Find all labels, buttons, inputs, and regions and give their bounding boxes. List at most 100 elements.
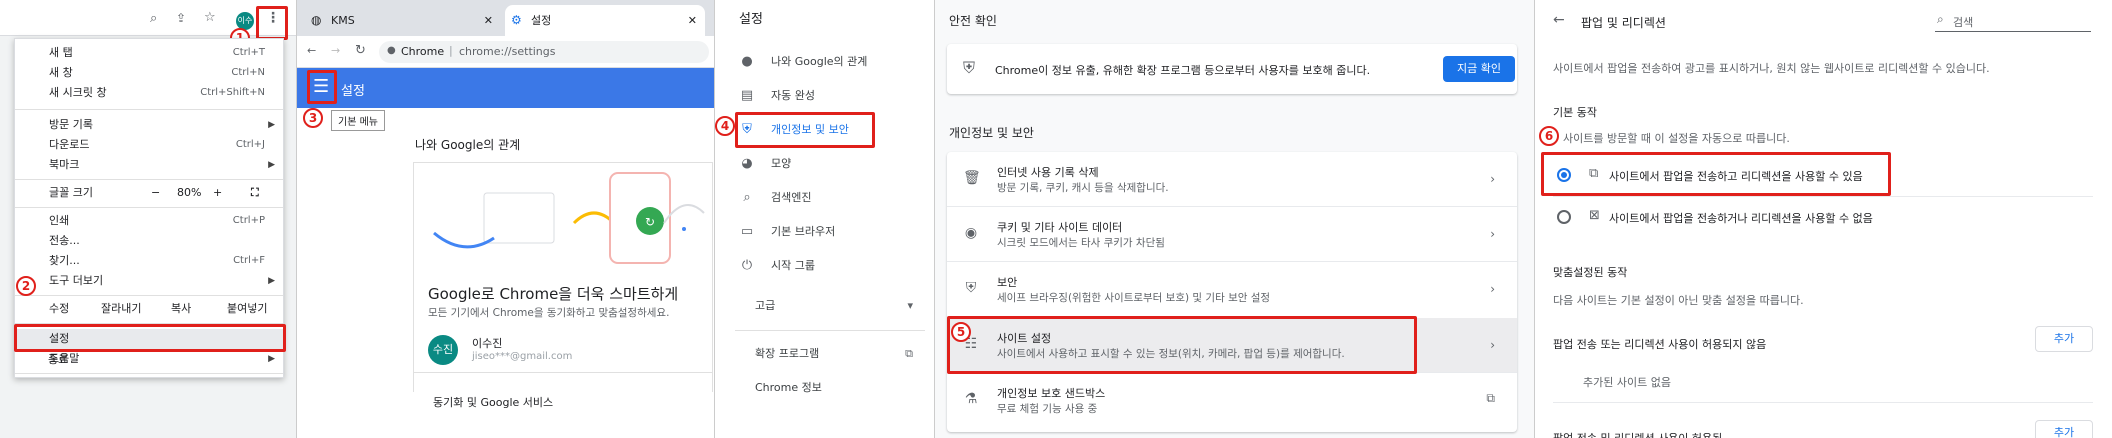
menu-item-more-tools[interactable]: 도구 더보기 ▶ xyxy=(15,271,283,291)
svg-text:↻: ↻ xyxy=(645,215,655,229)
menu-item-new-window[interactable]: 새 창 Ctrl+N xyxy=(15,63,283,83)
user-avatar: 수진 xyxy=(428,335,458,365)
default-behavior-sub: 사이트를 방문할 때 이 설정을 자동으로 따릅니다. xyxy=(1563,132,1790,145)
allowed-label: 팝업 전송 및 리디렉션 사용이 허용됨 xyxy=(1553,430,1722,438)
popups-description: 사이트에서 팝업을 전송하여 광고를 표시하거나, 원치 않는 웹사이트로 리디… xyxy=(1553,62,1990,75)
search-icon: ⌕ xyxy=(743,190,751,205)
tab-settings[interactable]: ⚙ 설정 ✕ xyxy=(505,5,705,36)
sidebar-item-default-browser[interactable]: ▭ 기본 브라우저 xyxy=(733,220,933,244)
not-allowed-label: 팝업 전송 또는 리디렉션 사용이 허용되지 않음 xyxy=(1553,338,1767,351)
cookie-icon: ◉ xyxy=(964,225,978,241)
menu-item-downloads[interactable]: 다운로드 Ctrl+J xyxy=(15,135,283,155)
zoom-icon[interactable]: ⌕ xyxy=(150,11,157,26)
settings-tab-panel: ◍ KMS ✕ ⚙ 설정 ✕ ← → ↻ ● Chrome | chrome:/… xyxy=(296,0,714,438)
step-badge-6: 6 xyxy=(1539,126,1559,146)
menu-item-history[interactable]: 방문 기록 ▶ xyxy=(15,115,283,135)
close-icon[interactable]: ✕ xyxy=(688,5,697,36)
highlight-privacy xyxy=(735,112,875,148)
privacy-security-panel: 안전 확인 ⛨ Chrome이 정보 유출, 유해한 확장 프로그램 등으로부터… xyxy=(934,0,1534,438)
sidebar-item-autofill[interactable]: ▤ 자동 완성 xyxy=(733,84,933,108)
row-clear-browsing-data[interactable]: 🗑 인터넷 사용 기록 삭제 방문 기록, 쿠키, 캐시 등을 삭제합니다. › xyxy=(947,152,1517,206)
back-icon[interactable]: ← xyxy=(307,44,316,57)
sidebar-item-appearance[interactable]: ◕ 모양 xyxy=(733,152,933,176)
sidebar-item-on-startup[interactable]: ⏻ 시작 그룹 xyxy=(733,254,933,278)
sidebar-title: 설정 xyxy=(739,12,763,27)
row-cookies[interactable]: ◉ 쿠키 및 기타 사이트 데이터 시크릿 모드에서는 타사 쿠키가 차단됨 › xyxy=(947,207,1517,261)
custom-behavior-heading: 맞춤설정된 동작 xyxy=(1553,266,1628,279)
fullscreen-icon[interactable]: ⛶ xyxy=(251,183,259,203)
search-placeholder: 검색 xyxy=(1953,16,1974,29)
browser-icon: ▭ xyxy=(740,224,754,239)
divider xyxy=(1553,402,2093,403)
popups-title: 팝업 및 리디렉션 xyxy=(1581,16,1666,30)
chevron-down-icon: ▾ xyxy=(907,299,913,312)
menu-item-cast[interactable]: 전송... xyxy=(15,231,283,251)
sync-services-link[interactable]: 동기화 및 Google 서비스 xyxy=(433,394,553,410)
user-name: 이수진 xyxy=(472,337,503,350)
settings-header: ☰ 설정 xyxy=(297,68,714,108)
person-icon: ● xyxy=(741,54,753,69)
check-now-button[interactable]: 지금 확인 xyxy=(1443,56,1515,82)
step-badge-3: 3 xyxy=(303,108,323,128)
sidebar-advanced[interactable]: 고급 ▾ xyxy=(733,294,933,318)
option-block-label: 사이트에서 팝업을 전송하거나 리디렉션을 사용할 수 없음 xyxy=(1609,212,1873,225)
search-field[interactable]: ⌕ 검색 xyxy=(1935,10,2091,32)
chevron-right-icon: › xyxy=(1490,227,1495,241)
menu-item-edit: 수정 잘라내기 복사 붙여넣기 xyxy=(15,299,283,319)
default-behavior-heading: 기본 동작 xyxy=(1553,106,1597,119)
chrome-icon: ● xyxy=(387,45,396,56)
zoom-out-button[interactable]: − xyxy=(151,183,160,203)
radio-block[interactable] xyxy=(1557,210,1571,224)
popups-panel: ← 팝업 및 리디렉션 ⌕ 검색 사이트에서 팝업을 전송하여 광고를 표시하거… xyxy=(1534,0,2112,438)
menu-item-find[interactable]: 찾기... Ctrl+F xyxy=(15,251,283,271)
custom-behavior-sub: 다음 사이트는 기본 설정이 아닌 맞춤 설정을 따릅니다. xyxy=(1553,294,1804,307)
zoom-value: 80% xyxy=(177,186,202,199)
safety-check-text: Chrome이 정보 유출, 유해한 확장 프로그램 등으로부터 사용자를 보호… xyxy=(995,64,1371,77)
share-icon[interactable]: ⇪ xyxy=(176,11,186,25)
tab-kms[interactable]: ◍ KMS ✕ xyxy=(305,5,501,36)
menu-item-exit[interactable]: 종료 xyxy=(14,350,284,370)
open-external-icon: ⧉ xyxy=(905,347,913,360)
close-icon[interactable]: ✕ xyxy=(484,5,493,36)
shield-icon: ⛨ xyxy=(965,280,977,296)
no-sites-label: 추가된 사이트 없음 xyxy=(1583,376,1671,389)
zoom-in-button[interactable]: + xyxy=(213,183,222,203)
add-not-allowed-button[interactable]: 추가 xyxy=(2035,326,2093,352)
sidebar-item-search-engine[interactable]: ⌕ 검색엔진 xyxy=(733,186,933,210)
palette-icon: ◕ xyxy=(741,156,753,171)
menu-item-new-tab[interactable]: 새 탭 Ctrl+T xyxy=(15,43,283,63)
highlight-allow-popups xyxy=(1541,152,1891,196)
step-badge-2: 2 xyxy=(16,276,36,296)
url-separator: | xyxy=(449,44,453,57)
sidebar-item-about[interactable]: Chrome 정보 xyxy=(733,376,933,400)
row-privacy-sandbox[interactable]: ⚗ 개인정보 보호 샌드박스 무료 체험 기능 사용 중 ⧉ xyxy=(947,373,1517,427)
option-block-popups[interactable]: ⊠ 사이트에서 팝업을 전송하거나 리디렉션을 사용할 수 없음 xyxy=(1545,198,2085,236)
step-badge-5: 5 xyxy=(951,322,971,342)
reload-icon[interactable]: ↻ xyxy=(355,43,366,58)
row-security[interactable]: ⛨ 보안 세이프 브라우징(위험한 사이트로부터 보호) 및 기타 보안 설정 … xyxy=(947,262,1517,316)
safety-check-card: ⛨ Chrome이 정보 유출, 유해한 확장 프로그램 등으로부터 사용자를 … xyxy=(947,44,1517,94)
sidebar-item-you-and-google[interactable]: ● 나와 Google의 관계 xyxy=(733,50,933,74)
url-path: chrome://settings xyxy=(459,45,556,58)
menu-item-bookmarks[interactable]: 북마크 ▶ xyxy=(15,155,283,175)
trash-icon: 🗑 xyxy=(963,170,981,186)
sidebar-item-extensions[interactable]: 확장 프로그램 ⧉ xyxy=(733,342,933,366)
power-icon: ⏻ xyxy=(741,258,753,273)
bookmark-star-icon[interactable]: ☆ xyxy=(204,10,216,25)
cut-button[interactable]: 잘라내기 xyxy=(101,299,141,319)
add-allowed-button[interactable]: 추가 xyxy=(2035,420,2093,438)
menu-item-print[interactable]: 인쇄 Ctrl+P xyxy=(15,211,283,231)
menu-item-new-incognito[interactable]: 새 시크릿 창 Ctrl+Shift+N xyxy=(15,83,283,103)
url-site: Chrome xyxy=(401,45,445,58)
promo-subtitle: 모든 기기에서 Chrome을 동기화하고 맞춤설정하세요. xyxy=(428,307,670,319)
highlight-main-menu xyxy=(307,70,337,104)
safety-check-title: 안전 확인 xyxy=(949,14,997,28)
address-bar[interactable]: ● Chrome | chrome://settings xyxy=(379,41,709,63)
back-arrow-icon[interactable]: ← xyxy=(1553,12,1565,28)
address-bar-row: ← → ↻ ● Chrome | chrome://settings xyxy=(297,36,714,68)
highlight-more-menu xyxy=(256,6,288,40)
globe-icon: ◍ xyxy=(311,13,322,27)
paste-button[interactable]: 붙여넣기 xyxy=(227,299,267,319)
copy-button[interactable]: 복사 xyxy=(171,299,191,319)
forward-icon[interactable]: → xyxy=(331,44,340,57)
